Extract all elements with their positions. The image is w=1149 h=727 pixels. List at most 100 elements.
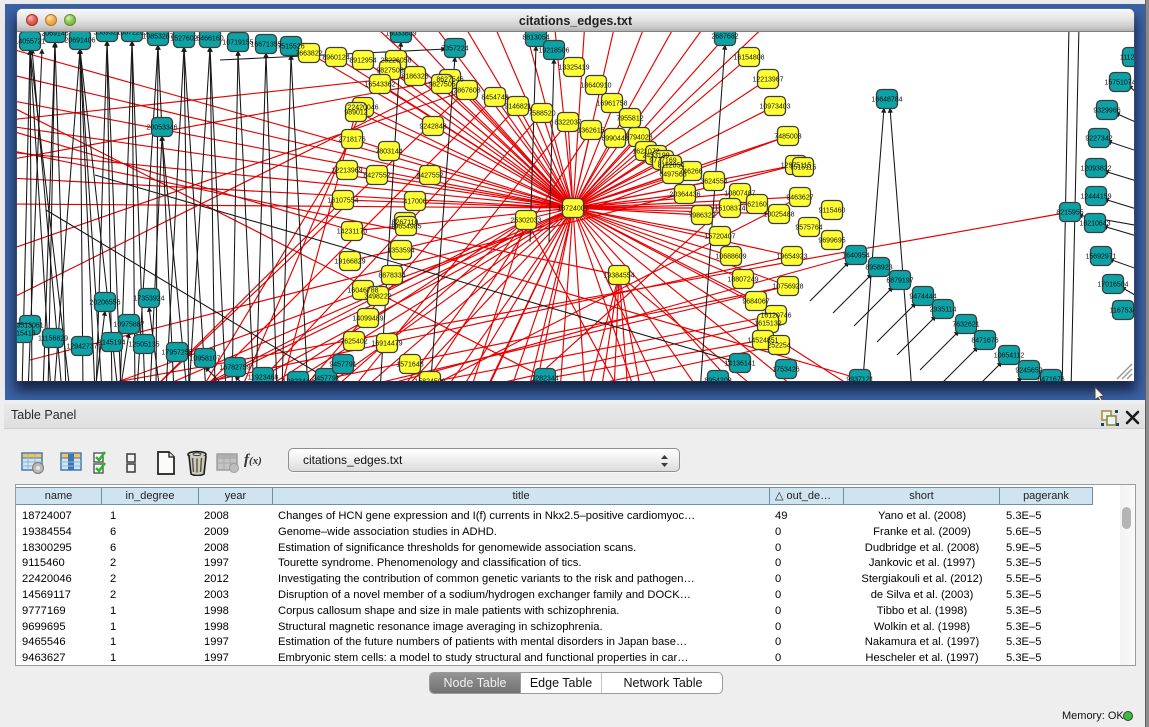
- svg-text:6466160: 6466160: [196, 35, 223, 42]
- svg-text:10719155: 10719155: [222, 39, 253, 46]
- svg-text:2935114: 2935114: [930, 306, 957, 313]
- svg-text:7663822: 7663822: [295, 50, 322, 57]
- svg-text:19654985: 19654985: [390, 223, 421, 230]
- svg-text:9115460: 9115460: [819, 207, 846, 214]
- svg-text:16107554: 16107554: [327, 197, 358, 204]
- svg-text:7986322: 7986322: [688, 212, 715, 219]
- svg-text:19384554: 19384554: [603, 272, 634, 279]
- svg-text:6497568: 6497568: [659, 171, 686, 178]
- svg-text:16648784: 16648784: [871, 96, 902, 103]
- svg-text:9329966: 9329966: [1093, 107, 1120, 114]
- svg-text:16914479: 16914479: [371, 340, 402, 347]
- svg-text:8960124: 8960124: [322, 54, 349, 61]
- svg-text:989012: 989012: [344, 109, 367, 116]
- svg-text:7515115: 7515115: [790, 164, 817, 171]
- svg-text:7625402: 7625402: [340, 338, 367, 345]
- svg-text:10807487: 10807487: [724, 190, 755, 197]
- svg-text:8322037: 8322037: [554, 119, 581, 126]
- svg-text:20053346: 20053346: [146, 124, 177, 131]
- svg-text:8958923: 8958923: [865, 264, 892, 271]
- svg-text:12444159: 12444159: [1080, 193, 1111, 200]
- svg-text:16543362: 16543362: [364, 81, 395, 88]
- svg-text:8813054: 8813054: [522, 34, 549, 41]
- svg-text:14055721: 14055721: [17, 38, 46, 45]
- svg-text:16154808: 16154808: [733, 54, 764, 61]
- svg-text:17957255: 17957255: [161, 349, 192, 356]
- svg-text:8471676: 8471676: [1037, 376, 1064, 381]
- svg-text:15692971: 15692971: [1085, 253, 1116, 260]
- svg-text:14099489: 14099489: [352, 315, 383, 322]
- svg-text:10756928: 10756928: [772, 283, 803, 290]
- svg-text:16961758: 16961758: [596, 100, 627, 107]
- svg-text:7485003: 7485003: [774, 133, 801, 140]
- svg-text:9474444: 9474444: [909, 293, 936, 300]
- svg-text:2687682: 2687682: [711, 33, 738, 40]
- svg-text:14231170: 14231170: [337, 228, 368, 235]
- svg-text:19218506: 19218506: [538, 47, 569, 54]
- svg-text:8878334: 8878334: [378, 272, 405, 279]
- svg-text:12505135: 12505135: [128, 341, 159, 348]
- svg-text:1640954: 1640954: [842, 252, 869, 259]
- svg-text:15751074: 15751074: [1104, 79, 1134, 86]
- svg-text:9242848: 9242848: [419, 123, 446, 130]
- svg-text:9245652: 9245652: [1015, 367, 1042, 374]
- svg-text:25302033: 25302033: [510, 217, 541, 224]
- svg-text:11923468: 11923468: [248, 374, 279, 381]
- svg-text:8427552: 8427552: [363, 172, 390, 179]
- svg-text:7803144: 7803144: [375, 148, 402, 155]
- svg-text:20206556: 20206556: [89, 299, 120, 306]
- svg-text:9463627: 9463627: [786, 194, 813, 201]
- svg-text:12213967: 12213967: [752, 76, 783, 83]
- svg-text:7632621: 7632621: [952, 321, 979, 328]
- svg-text:9427552: 9427552: [416, 172, 443, 179]
- svg-text:9699695: 9699695: [818, 237, 845, 244]
- svg-text:19654923: 19654923: [776, 253, 807, 260]
- svg-text:252254: 252254: [767, 342, 790, 349]
- svg-text:12093822: 12093822: [1080, 165, 1111, 172]
- svg-text:1145194: 1145194: [99, 339, 126, 346]
- svg-text:1167534: 1167534: [1110, 307, 1134, 314]
- svg-text:13325419: 13325419: [558, 64, 589, 71]
- svg-text:1571648: 1571648: [396, 361, 423, 368]
- svg-text:10975887: 10975887: [113, 321, 144, 328]
- svg-text:417006: 417006: [403, 198, 426, 205]
- svg-text:10688609: 10688609: [715, 253, 746, 260]
- svg-text:8186328: 8186328: [401, 73, 428, 80]
- svg-text:17016504: 17016504: [1097, 281, 1128, 288]
- svg-text:12213969: 12213969: [331, 167, 362, 174]
- svg-text:3498222: 3498222: [364, 293, 391, 300]
- svg-text:1112453: 1112453: [1120, 54, 1134, 61]
- svg-text:7515526: 7515526: [277, 43, 304, 50]
- svg-text:9827508: 9827508: [376, 67, 403, 74]
- svg-text:9937121: 9937121: [846, 376, 873, 381]
- svg-text:7955812: 7955812: [616, 115, 643, 122]
- svg-text:10025488: 10025488: [763, 211, 794, 218]
- svg-text:12823448: 12823448: [282, 378, 313, 381]
- svg-text:16033809: 16033809: [385, 32, 416, 37]
- svg-text:10853287: 10853287: [142, 33, 173, 40]
- svg-text:9457791: 9457791: [312, 375, 339, 381]
- svg-text:15108374: 15108374: [714, 205, 745, 212]
- svg-text:8215955: 8215955: [1056, 209, 1083, 216]
- svg-text:3915413: 3915413: [17, 330, 36, 337]
- svg-text:62160: 62160: [747, 201, 767, 208]
- svg-text:9227342: 9227342: [1085, 135, 1112, 142]
- svg-text:8954209: 8954209: [704, 377, 731, 381]
- svg-text:17353924: 17353924: [133, 295, 164, 302]
- svg-text:6794028: 6794028: [625, 134, 652, 141]
- svg-text:2718176: 2718176: [338, 136, 365, 143]
- svg-text:20691406: 20691406: [64, 37, 95, 44]
- svg-text:1282344: 1282344: [531, 375, 558, 381]
- svg-text:10973403: 10973403: [759, 103, 790, 110]
- svg-text:19166829: 19166829: [334, 258, 365, 265]
- svg-text:18640910: 18640910: [580, 82, 611, 89]
- svg-text:15824509: 15824509: [414, 378, 445, 381]
- svg-text:18807249: 18807249: [727, 276, 758, 283]
- svg-text:16120746: 16120746: [760, 312, 791, 319]
- svg-text:9575764: 9575764: [795, 224, 822, 231]
- svg-text:1615132: 1615132: [754, 320, 781, 327]
- svg-text:9146821: 9146821: [504, 103, 531, 110]
- svg-text:1527602: 1527602: [170, 35, 197, 42]
- svg-text:7588520: 7588520: [528, 110, 555, 117]
- svg-text:1362615: 1362615: [577, 127, 604, 134]
